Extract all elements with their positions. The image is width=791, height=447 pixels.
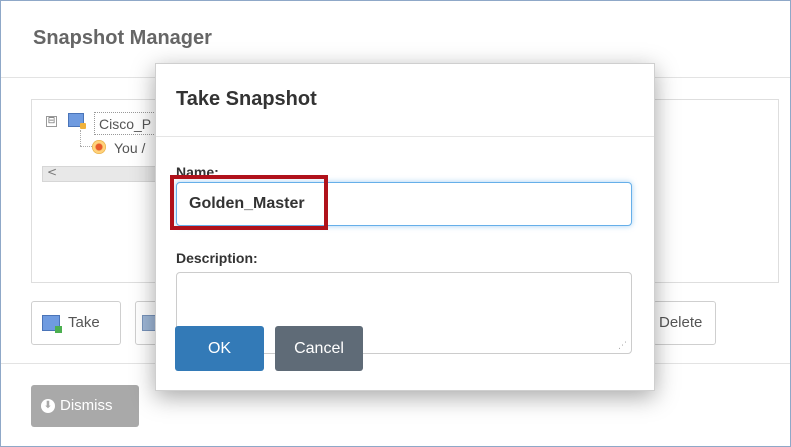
dialog-header: Take Snapshot [156,64,654,137]
ok-button[interactable]: OK [175,326,264,371]
name-label: Name: [176,164,219,180]
cancel-button[interactable]: Cancel [275,326,363,371]
dialog-title: Take Snapshot [176,88,317,110]
description-label: Description: [176,250,258,266]
name-input[interactable] [176,182,632,226]
resize-grip-icon[interactable]: ⋰ [618,341,627,351]
take-snapshot-dialog: Take Snapshot Name: Description: ⋰ OK Ca… [155,63,655,391]
